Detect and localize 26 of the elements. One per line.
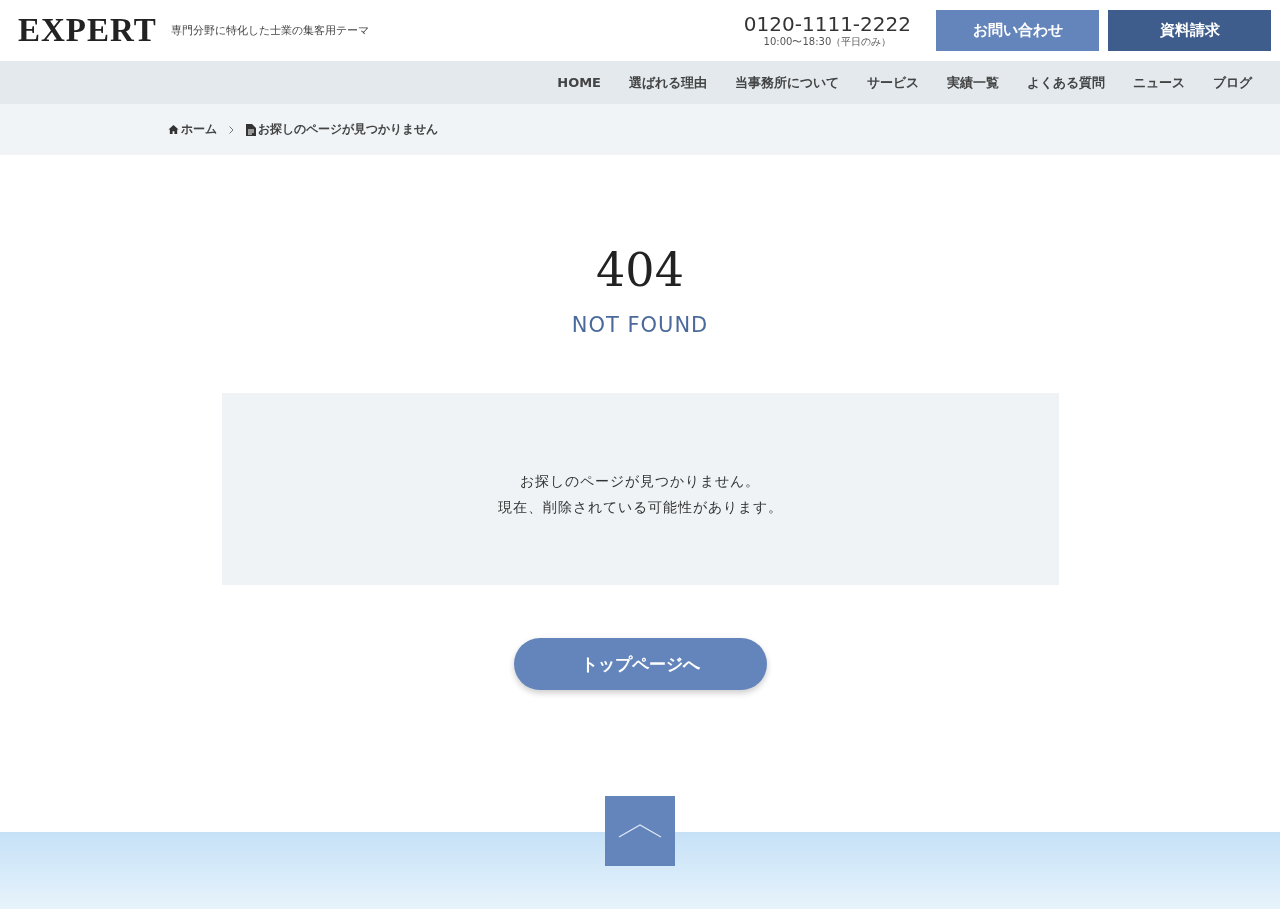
nav-link[interactable]: ブログ xyxy=(1199,73,1266,92)
scroll-top-button[interactable] xyxy=(605,796,675,866)
chevron-icon xyxy=(229,125,234,134)
nav-link[interactable]: 当事務所について xyxy=(721,73,853,92)
breadcrumb-link[interactable]: ホーム xyxy=(168,121,217,138)
nav-link[interactable]: サービス xyxy=(853,73,933,92)
error-code: 404 xyxy=(596,247,684,293)
nav-link[interactable]: ニュース xyxy=(1119,73,1199,92)
error-message: 現在、削除されている可能性があります。 xyxy=(497,499,783,517)
chevron-up-icon xyxy=(618,824,662,838)
phone-number: 0120-1111-2222 xyxy=(743,12,911,35)
top-page-button[interactable]: トップページへ xyxy=(513,638,767,690)
nav-link[interactable]: 選ばれる理由 xyxy=(615,73,721,92)
business-hours: 10:00〜18:30（平日のみ） xyxy=(763,34,892,49)
site-tagline: 専門分野に特化した士業の集客用テーマ xyxy=(170,23,369,38)
error-message: お探しのページが見つかりません。 xyxy=(520,473,760,491)
nav-link[interactable]: よくある質問 xyxy=(1013,73,1119,92)
header-button[interactable]: お問い合わせ xyxy=(936,10,1099,51)
home-icon xyxy=(168,124,179,135)
nav-link[interactable]: 実績一覧 xyxy=(933,73,1013,92)
breadcrumb-link[interactable]: お探しのページが見つかりません xyxy=(246,121,438,138)
error-title: NOT FOUND xyxy=(571,313,709,337)
site-logo[interactable]: EXPERT xyxy=(18,12,157,49)
nav-link[interactable]: HOME xyxy=(543,75,615,90)
document-icon xyxy=(246,123,256,136)
header-button[interactable]: 資料請求 xyxy=(1108,10,1271,51)
